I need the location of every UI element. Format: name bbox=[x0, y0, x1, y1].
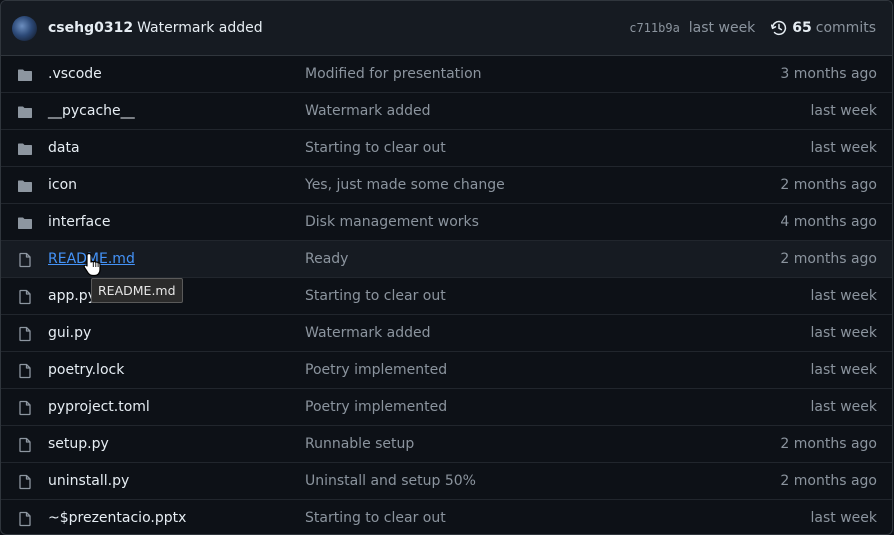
file-row[interactable]: .vscode Modified for presentation 3 months… bbox=[1, 56, 892, 93]
file-icon bbox=[19, 363, 31, 379]
last-updated: last week bbox=[810, 103, 878, 119]
file-name-link[interactable]: icon bbox=[48, 177, 77, 193]
file-row[interactable]: ~$prezentacio.pptx Starting to clear out l… bbox=[1, 500, 892, 534]
last-updated: last week bbox=[810, 325, 878, 341]
last-updated: 2 months ago bbox=[780, 473, 877, 489]
tooltip: README.md bbox=[91, 278, 183, 303]
commit-message-link[interactable]: Poetry implemented bbox=[305, 362, 447, 378]
commit-message[interactable]: Watermark added bbox=[137, 20, 263, 36]
folder-icon bbox=[18, 180, 32, 192]
file-browser-box: csehg0312 Watermark added c711b9a last w… bbox=[0, 0, 893, 535]
file-row[interactable]: pyproject.toml Poetry implemented last wee… bbox=[1, 389, 892, 426]
commit-message-link[interactable]: Watermark added bbox=[305, 103, 431, 119]
file-row[interactable]: icon Yes, just made some change 2 months a… bbox=[1, 167, 892, 204]
file-row[interactable]: gui.py Watermark added last week bbox=[1, 315, 892, 352]
file-name-link[interactable]: __pycache__ bbox=[48, 103, 135, 119]
file-row[interactable]: data Starting to clear out last week bbox=[1, 130, 892, 167]
file-name-link[interactable]: data bbox=[48, 140, 80, 156]
commit-message-link[interactable]: Starting to clear out bbox=[305, 140, 446, 156]
commit-sha[interactable]: c711b9a bbox=[629, 21, 680, 35]
last-updated: 3 months ago bbox=[780, 66, 877, 82]
file-icon bbox=[19, 400, 31, 416]
file-row[interactable]: setup.py Runnable setup 2 months ago bbox=[1, 426, 892, 463]
folder-icon bbox=[18, 143, 32, 155]
commits-history-link[interactable]: 65 commits bbox=[771, 20, 876, 36]
commit-author[interactable]: csehg0312 bbox=[48, 20, 133, 36]
latest-commit-bar: csehg0312 Watermark added c711b9a last w… bbox=[1, 1, 892, 56]
file-row[interactable]: uninstall.py Uninstall and setup 50% 2 mon… bbox=[1, 463, 892, 500]
last-updated: 4 months ago bbox=[780, 214, 877, 230]
file-name-link[interactable]: gui.py bbox=[48, 325, 91, 341]
file-row[interactable]: README.mdReady2 months ago bbox=[1, 241, 892, 278]
commits-label: commits bbox=[815, 20, 876, 36]
commit-message-link[interactable]: Poetry implemented bbox=[305, 399, 447, 415]
file-name-link[interactable]: setup.py bbox=[48, 436, 109, 452]
commit-message-link[interactable]: Yes, just made some change bbox=[305, 177, 505, 193]
commit-time: last week bbox=[688, 20, 756, 36]
file-name-link[interactable]: ~$prezentacio.pptx bbox=[48, 510, 186, 526]
folder-icon bbox=[18, 69, 32, 81]
commit-message-link[interactable]: Runnable setup bbox=[305, 436, 414, 452]
hand-pointer-cursor-icon bbox=[83, 252, 101, 277]
file-name-link[interactable]: poetry.lock bbox=[48, 362, 124, 378]
file-name-link[interactable]: app.py bbox=[48, 288, 96, 304]
folder-icon bbox=[18, 217, 32, 229]
file-icon bbox=[19, 511, 31, 527]
folder-icon bbox=[18, 106, 32, 118]
last-updated: 2 months ago bbox=[780, 251, 877, 267]
history-icon bbox=[771, 20, 787, 36]
commit-message-link[interactable]: Uninstall and setup 50% bbox=[305, 473, 476, 489]
last-updated: last week bbox=[810, 510, 878, 526]
commit-count: 65 bbox=[792, 20, 812, 36]
avatar[interactable] bbox=[12, 15, 37, 41]
file-name-link[interactable]: .vscode bbox=[48, 66, 102, 82]
last-updated: last week bbox=[810, 288, 878, 304]
commit-message-link[interactable]: Modified for presentation bbox=[305, 66, 482, 82]
file-name-link[interactable]: pyproject.toml bbox=[48, 399, 150, 415]
file-icon bbox=[19, 289, 31, 305]
file-row[interactable]: poetry.lock Poetry implemented last week bbox=[1, 352, 892, 389]
file-icon bbox=[19, 437, 31, 453]
commit-message-link[interactable]: Watermark added bbox=[305, 325, 431, 341]
file-row[interactable]: interface Disk management works 4 months a… bbox=[1, 204, 892, 241]
file-icon bbox=[19, 252, 31, 268]
commit-message-link[interactable]: Starting to clear out bbox=[305, 510, 446, 526]
file-name-link[interactable]: interface bbox=[48, 214, 110, 230]
last-updated: 2 months ago bbox=[780, 177, 877, 193]
commit-message-link[interactable]: Starting to clear out bbox=[305, 288, 446, 304]
last-updated: 2 months ago bbox=[780, 436, 877, 452]
file-row[interactable]: __pycache__ Watermark added last week bbox=[1, 93, 892, 130]
commit-message-link[interactable]: Disk management works bbox=[305, 214, 479, 230]
file-name-link[interactable]: uninstall.py bbox=[48, 473, 129, 489]
file-icon bbox=[19, 474, 31, 490]
last-updated: last week bbox=[810, 362, 878, 378]
last-updated: last week bbox=[810, 140, 878, 156]
last-updated: last week bbox=[810, 399, 878, 415]
file-icon bbox=[19, 326, 31, 342]
commit-message-link[interactable]: Ready bbox=[305, 251, 348, 267]
